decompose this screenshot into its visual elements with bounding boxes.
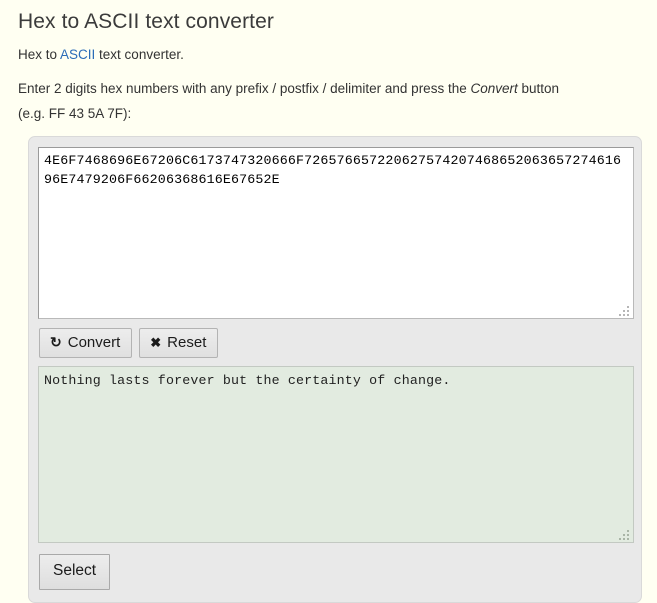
reset-button-label: Reset — [167, 334, 207, 351]
page-title: Hex to ASCII text converter — [18, 10, 274, 33]
instructions-paragraph: Enter 2 digits hex numbers with any pref… — [16, 63, 641, 126]
ascii-output-wrapper — [38, 366, 634, 543]
action-buttons-row: ↻ Convert ✖ Reset — [38, 319, 632, 366]
ascii-link[interactable]: ASCII — [60, 47, 95, 62]
hex-input-textarea[interactable] — [38, 147, 634, 319]
convert-button-label: Convert — [67, 334, 121, 351]
select-button-label: Select — [53, 562, 97, 579]
reset-button[interactable]: ✖ Reset — [139, 328, 219, 358]
page-container: Hex to ASCII text converter Hex to ASCII… — [0, 0, 657, 603]
instructions-example: (e.g. FF 43 5A 7F): — [18, 106, 132, 121]
intro-paragraph: Hex to ASCII text converter. — [16, 35, 641, 63]
intro-text-before-link: Hex to — [18, 47, 61, 62]
converter-panel: ↻ Convert ✖ Reset Select — [28, 136, 642, 603]
select-button[interactable]: Select — [39, 554, 111, 590]
instructions-text-part1: Enter 2 digits hex numbers with any pref… — [18, 81, 471, 96]
convert-button[interactable]: ↻ Convert — [39, 328, 133, 358]
cross-icon: ✖ — [150, 335, 162, 350]
instructions-text-part2: button — [517, 81, 560, 96]
refresh-icon: ↻ — [50, 334, 62, 350]
intro-text-after-link: text converter. — [95, 47, 184, 62]
instructions-convert-emphasis: Convert — [470, 81, 518, 96]
hex-input-wrapper — [38, 147, 634, 319]
ascii-output-textarea[interactable] — [38, 366, 634, 543]
